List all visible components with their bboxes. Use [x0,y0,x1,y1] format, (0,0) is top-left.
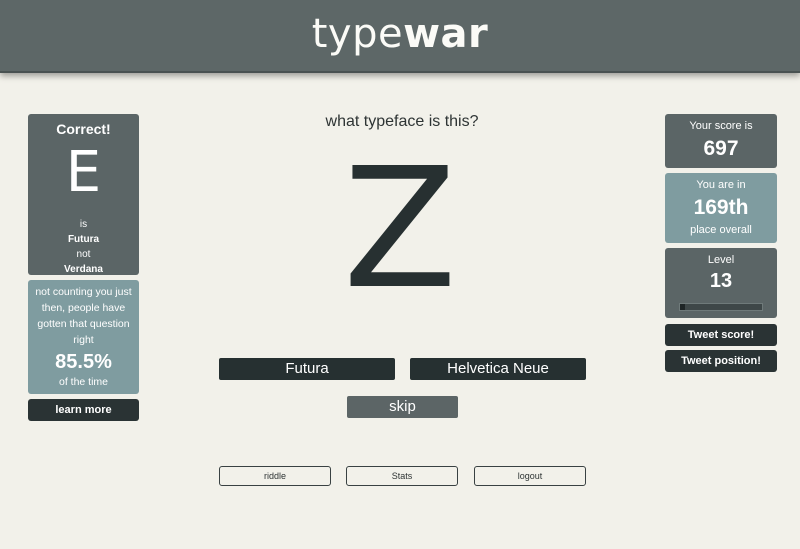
skip-button[interactable]: skip [347,396,458,418]
level-value: 13 [709,270,733,292]
level-progress-fill [680,304,685,310]
fact-percent: 85.5% [55,351,112,373]
question-text: what typeface is this? [325,113,479,130]
logout-link[interactable]: logout [474,466,586,486]
logo-thin: type [311,11,404,57]
result-is-label: is [79,219,88,230]
answer-button-1[interactable]: Futura [219,358,395,380]
score-value: 697 [703,137,739,160]
rank-value: 169th [693,196,749,219]
fact-panel: not counting you just then, people have … [28,280,139,394]
riddle-link[interactable]: riddle [219,466,331,486]
fact-suffix: of the time [58,376,109,388]
answer-button-2[interactable]: Helvetica Neue [410,358,586,380]
result-title: Correct! [56,121,111,137]
stats-link[interactable]: Stats [346,466,458,486]
tweet-position-button[interactable]: Tweet position! [665,350,777,372]
score-label: Your score is [689,120,753,132]
rank-suffix: place overall [690,224,752,236]
level-label: Level [707,254,735,266]
rank-panel: You are in 169th place overall [665,173,777,243]
rank-label: You are in [696,179,746,191]
result-other-typeface: Verdana [64,264,103,275]
logo-bold: war [403,11,489,57]
logo[interactable]: typewar [312,11,489,57]
result-panel: Correct! E is Futura not Verdana [28,114,139,275]
learn-more-button[interactable]: learn more [28,399,139,421]
score-panel: Your score is 697 [665,114,777,168]
result-not-label: not [76,249,91,260]
tweet-score-button[interactable]: Tweet score! [665,324,777,346]
fact-text: not counting you just then, people have … [35,286,132,346]
result-typeface: Futura [67,234,100,245]
level-panel: Level 13 [665,248,777,318]
header: typewar [0,0,800,73]
specimen-glyph: Z [343,133,457,326]
result-letter: E [65,140,102,205]
level-progress-bar [679,303,763,311]
